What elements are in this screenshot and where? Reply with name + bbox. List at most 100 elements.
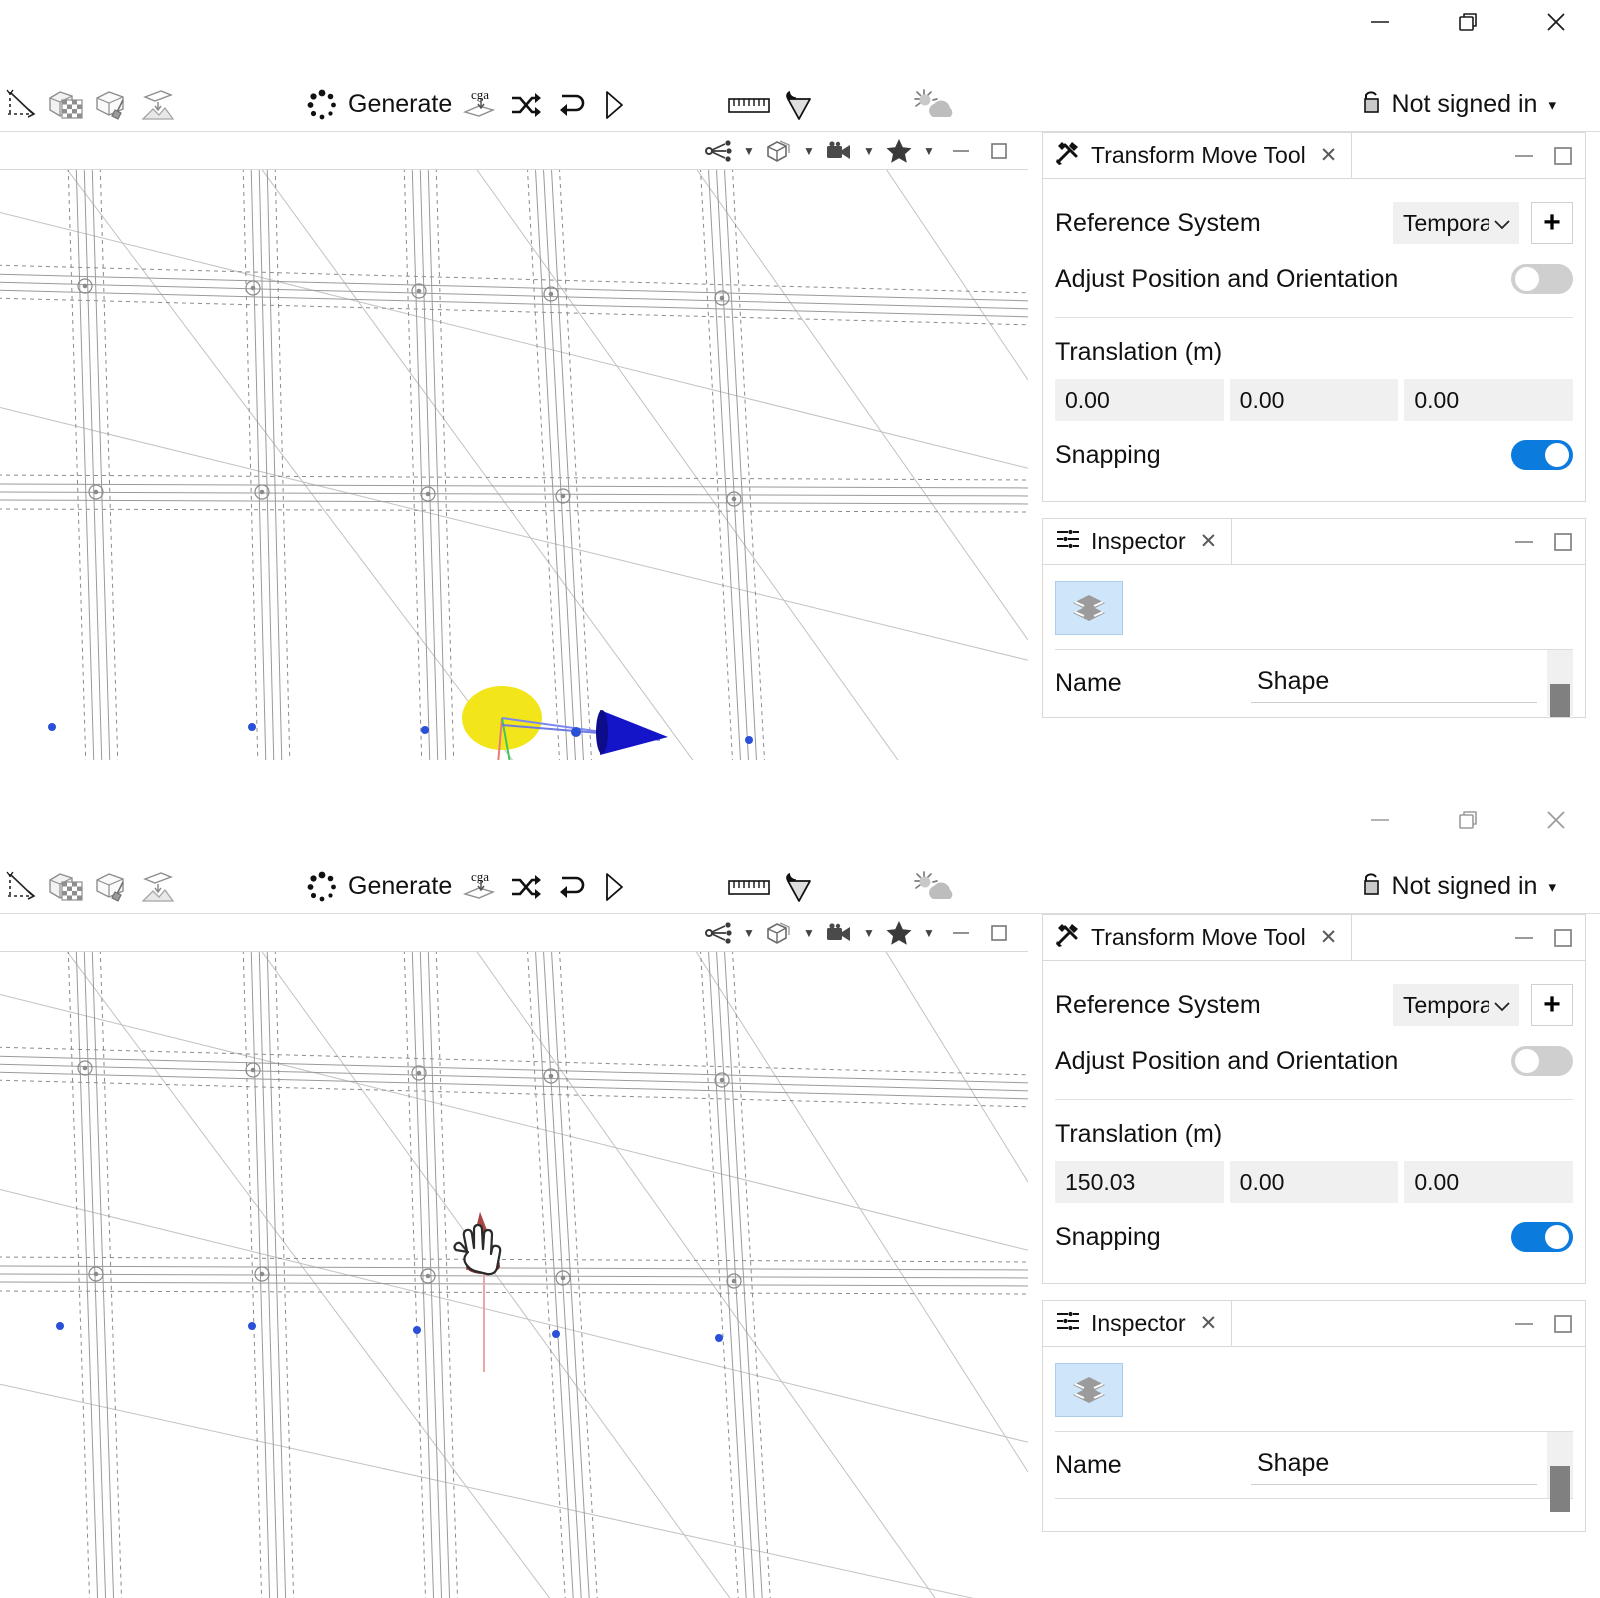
- translation-x-input[interactable]: 150.03: [1055, 1161, 1224, 1203]
- inspector-scrollbar[interactable]: [1547, 650, 1573, 717]
- shuffle-seed-icon[interactable]: [504, 83, 548, 127]
- panel-maximize-button[interactable]: [1553, 928, 1573, 948]
- measure-ruler-icon[interactable]: [724, 865, 774, 909]
- graph-layout-control[interactable]: ▼: [702, 918, 762, 948]
- panel-minimize-button[interactable]: [1513, 1318, 1535, 1330]
- align-terrain-icon[interactable]: [136, 83, 180, 127]
- texture-box-icon[interactable]: [44, 865, 90, 909]
- model-display-icon[interactable]: [762, 920, 796, 946]
- model-display-control[interactable]: ▼: [762, 918, 822, 948]
- main-toolbar-top: Generate cga Not signed in ▾: [0, 78, 1600, 132]
- viewport-3d-bottom[interactable]: [0, 952, 1028, 1598]
- measure-ruler-icon[interactable]: [724, 83, 774, 127]
- shadow-volume-icon[interactable]: [774, 83, 818, 127]
- panel-maximize-button[interactable]: [1553, 146, 1573, 166]
- minimize-button[interactable]: [1336, 0, 1424, 44]
- restore-button[interactable]: [1424, 798, 1512, 842]
- select-cursor-icon[interactable]: [592, 865, 636, 909]
- close-icon[interactable]: ✕: [1200, 1313, 1218, 1334]
- panel-minimize-button[interactable]: [1513, 150, 1535, 162]
- close-icon[interactable]: ✕: [1200, 531, 1218, 552]
- reference-system-select[interactable]: Tempora: [1393, 202, 1519, 244]
- adjust-position-toggle[interactable]: [1511, 264, 1573, 294]
- translation-x-input[interactable]: 0.00: [1055, 379, 1224, 421]
- model-display-control[interactable]: ▼: [762, 136, 822, 166]
- minimize-button[interactable]: [1336, 798, 1424, 842]
- close-icon[interactable]: ✕: [1320, 927, 1338, 948]
- chevron-down-icon[interactable]: ▼: [916, 144, 942, 158]
- bookmark-control[interactable]: ▼: [882, 136, 942, 166]
- account-menu[interactable]: Not signed in ▾: [1361, 87, 1600, 122]
- chevron-down-icon[interactable]: ▼: [736, 144, 762, 158]
- snap-angle-icon[interactable]: [0, 865, 44, 909]
- close-icon[interactable]: ✕: [1320, 145, 1338, 166]
- cga-rule-icon[interactable]: cga: [458, 83, 504, 127]
- camera-control[interactable]: ▼: [822, 136, 882, 166]
- chevron-down-icon[interactable]: ▼: [736, 926, 762, 940]
- cga-rule-icon[interactable]: cga: [458, 865, 504, 909]
- texture-box-icon[interactable]: [44, 83, 90, 127]
- bookmark-star-icon[interactable]: [882, 919, 916, 947]
- tab-transform-move-tool[interactable]: Transform Move Tool ✕: [1043, 133, 1353, 178]
- inspector-name-input[interactable]: Shape: [1251, 1445, 1537, 1485]
- inspector-name-input[interactable]: Shape: [1251, 663, 1537, 703]
- close-button[interactable]: [1512, 798, 1600, 842]
- sun-cloud-icon[interactable]: [906, 865, 960, 909]
- graph-layout-control[interactable]: ▼: [702, 136, 762, 166]
- reset-icon[interactable]: [548, 83, 592, 127]
- inspector-bottom-divider: [1055, 1498, 1573, 1499]
- bookmark-control[interactable]: ▼: [882, 918, 942, 948]
- viewport-minimize-button[interactable]: [942, 926, 980, 940]
- panel-minimize-button[interactable]: [1513, 536, 1535, 548]
- restore-button[interactable]: [1424, 0, 1512, 44]
- panel-maximize-button[interactable]: [1553, 1314, 1573, 1334]
- add-reference-system-button[interactable]: +: [1531, 202, 1573, 244]
- graph-layout-icon[interactable]: [702, 921, 736, 945]
- translation-y-input[interactable]: 0.00: [1229, 379, 1399, 421]
- select-cursor-icon[interactable]: [592, 83, 636, 127]
- graph-layout-icon[interactable]: [702, 139, 736, 163]
- cleanup-shapes-icon[interactable]: [90, 83, 136, 127]
- viewport-maximize-button[interactable]: [980, 141, 1018, 161]
- translation-z-input[interactable]: 0.00: [1404, 1161, 1574, 1203]
- shadow-volume-icon[interactable]: [774, 865, 818, 909]
- reset-icon[interactable]: [548, 865, 592, 909]
- camera-icon[interactable]: [822, 922, 856, 944]
- tab-inspector[interactable]: Inspector ✕: [1043, 519, 1233, 564]
- tab-inspector[interactable]: Inspector ✕: [1043, 1301, 1233, 1346]
- cleanup-shapes-icon[interactable]: [90, 865, 136, 909]
- account-menu[interactable]: Not signed in ▾: [1361, 869, 1600, 904]
- viewport-minimize-button[interactable]: [942, 144, 980, 158]
- generate-label[interactable]: Generate: [348, 872, 452, 901]
- snap-angle-icon[interactable]: [0, 83, 44, 127]
- bookmark-star-icon[interactable]: [882, 137, 916, 165]
- chevron-down-icon[interactable]: ▼: [856, 926, 882, 940]
- add-reference-system-button[interactable]: +: [1531, 984, 1573, 1026]
- snapping-toggle[interactable]: [1511, 1222, 1573, 1252]
- camera-icon[interactable]: [822, 140, 856, 162]
- inspector-scrollbar[interactable]: [1547, 1432, 1573, 1512]
- chevron-down-icon[interactable]: ▼: [796, 144, 822, 158]
- generate-label[interactable]: Generate: [348, 90, 452, 119]
- translation-z-input[interactable]: 0.00: [1404, 379, 1574, 421]
- panel-minimize-button[interactable]: [1513, 932, 1535, 944]
- camera-control[interactable]: ▼: [822, 918, 882, 948]
- close-button[interactable]: [1512, 0, 1600, 44]
- viewport-3d-top[interactable]: [0, 170, 1028, 760]
- sun-cloud-icon[interactable]: [906, 83, 960, 127]
- snapping-toggle[interactable]: [1511, 440, 1573, 470]
- align-terrain-icon[interactable]: [136, 865, 180, 909]
- viewport-maximize-button[interactable]: [980, 923, 1018, 943]
- model-display-icon[interactable]: [762, 138, 796, 164]
- tab-transform-move-tool[interactable]: Transform Move Tool ✕: [1043, 915, 1353, 960]
- adjust-position-toggle[interactable]: [1511, 1046, 1573, 1076]
- street-intersection-icon[interactable]: [1055, 581, 1123, 635]
- street-intersection-icon[interactable]: [1055, 1363, 1123, 1417]
- chevron-down-icon[interactable]: ▼: [856, 144, 882, 158]
- translation-y-input[interactable]: 0.00: [1229, 1161, 1399, 1203]
- panel-maximize-button[interactable]: [1553, 532, 1573, 552]
- shuffle-seed-icon[interactable]: [504, 865, 548, 909]
- chevron-down-icon[interactable]: ▼: [796, 926, 822, 940]
- reference-system-select[interactable]: Tempora: [1393, 984, 1519, 1026]
- chevron-down-icon[interactable]: ▼: [916, 926, 942, 940]
